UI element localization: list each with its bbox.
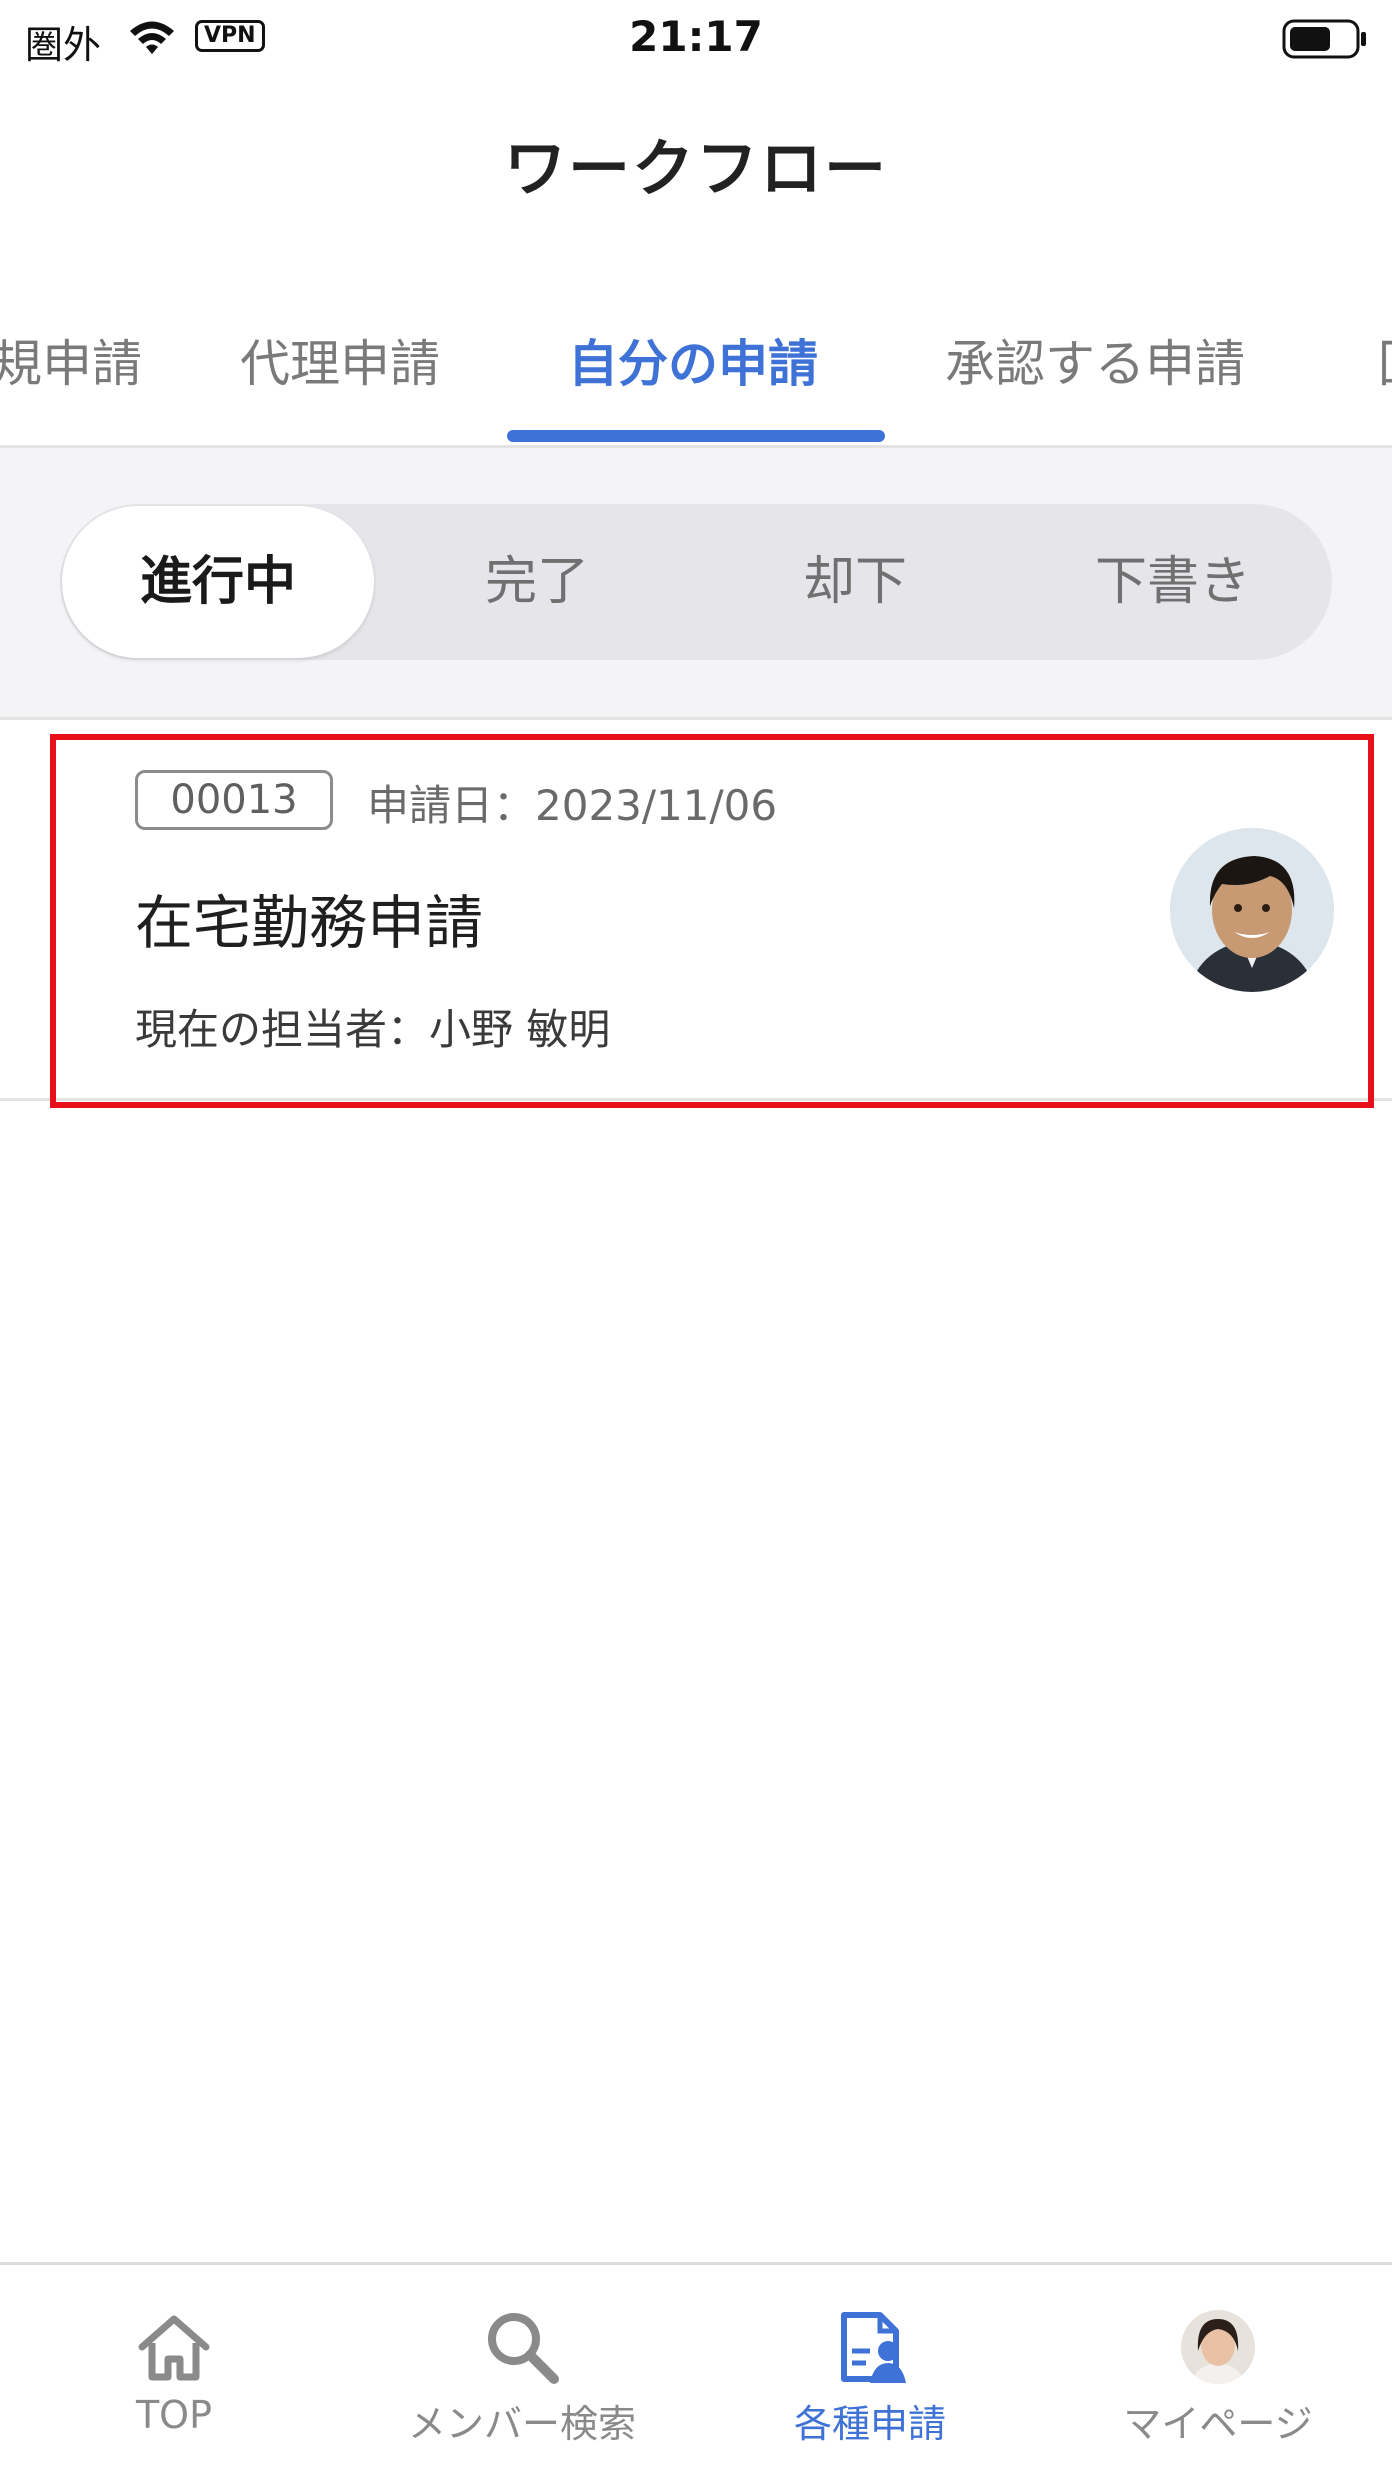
home-icon bbox=[138, 2315, 210, 2381]
clock: 21:17 bbox=[629, 12, 763, 61]
status-segmented-control: 進行中 完了 却下 下書き bbox=[60, 504, 1332, 660]
segment-completed[interactable]: 完了 bbox=[378, 504, 696, 660]
search-icon bbox=[488, 2313, 559, 2384]
tab-new-request[interactable]: 規申請 bbox=[0, 324, 142, 396]
assignee-avatar bbox=[1170, 828, 1334, 992]
page-title: ワークフロー bbox=[503, 132, 888, 205]
tab-bar: 規申請 代理申請 自分の申請 承認する申請 回 bbox=[0, 300, 1392, 448]
current-assignee: 現在の担当者：小野 敏明 bbox=[135, 1005, 611, 1054]
nav-my-page[interactable]: マイページ bbox=[1044, 2265, 1392, 2475]
bottom-navigation: TOP メンバー検索 各種申請 マイページ bbox=[0, 2262, 1392, 2475]
nav-top-label: TOP bbox=[135, 2393, 213, 2437]
nav-top[interactable]: TOP bbox=[0, 2265, 348, 2475]
nav-applications-label: 各種申請 bbox=[793, 2402, 946, 2446]
tab-my-requests[interactable]: 自分の申請 bbox=[568, 324, 818, 396]
application-icon bbox=[841, 2312, 906, 2383]
tab-proxy-request[interactable]: 代理申請 bbox=[240, 324, 440, 396]
request-id-badge: 00013 bbox=[135, 770, 333, 830]
segment-in-progress[interactable]: 進行中 bbox=[62, 506, 374, 658]
segment-drafts[interactable]: 下書き bbox=[1014, 504, 1332, 660]
active-tab-indicator bbox=[507, 430, 885, 442]
nav-member-search[interactable]: メンバー検索 bbox=[348, 2265, 696, 2475]
status-bar: 圏外 VPN 21:17 bbox=[0, 0, 1392, 80]
nav-member-search-label: メンバー検索 bbox=[407, 2402, 636, 2446]
user-avatar-icon bbox=[1181, 2310, 1255, 2384]
tab-requests-to-approve[interactable]: 承認する申請 bbox=[945, 324, 1245, 396]
nav-applications[interactable]: 各種申請 bbox=[696, 2265, 1044, 2475]
request-title: 在宅勤務申請 bbox=[135, 889, 484, 957]
nav-my-page-label: マイページ bbox=[1123, 2402, 1313, 2446]
tab-more[interactable]: 回 bbox=[1378, 324, 1392, 396]
segment-rejected[interactable]: 却下 bbox=[696, 504, 1014, 660]
filter-area: 進行中 完了 却下 下書き bbox=[0, 448, 1392, 720]
request-date: 申請日：2023/11/06 bbox=[367, 781, 778, 830]
battery-icon bbox=[1282, 19, 1366, 59]
